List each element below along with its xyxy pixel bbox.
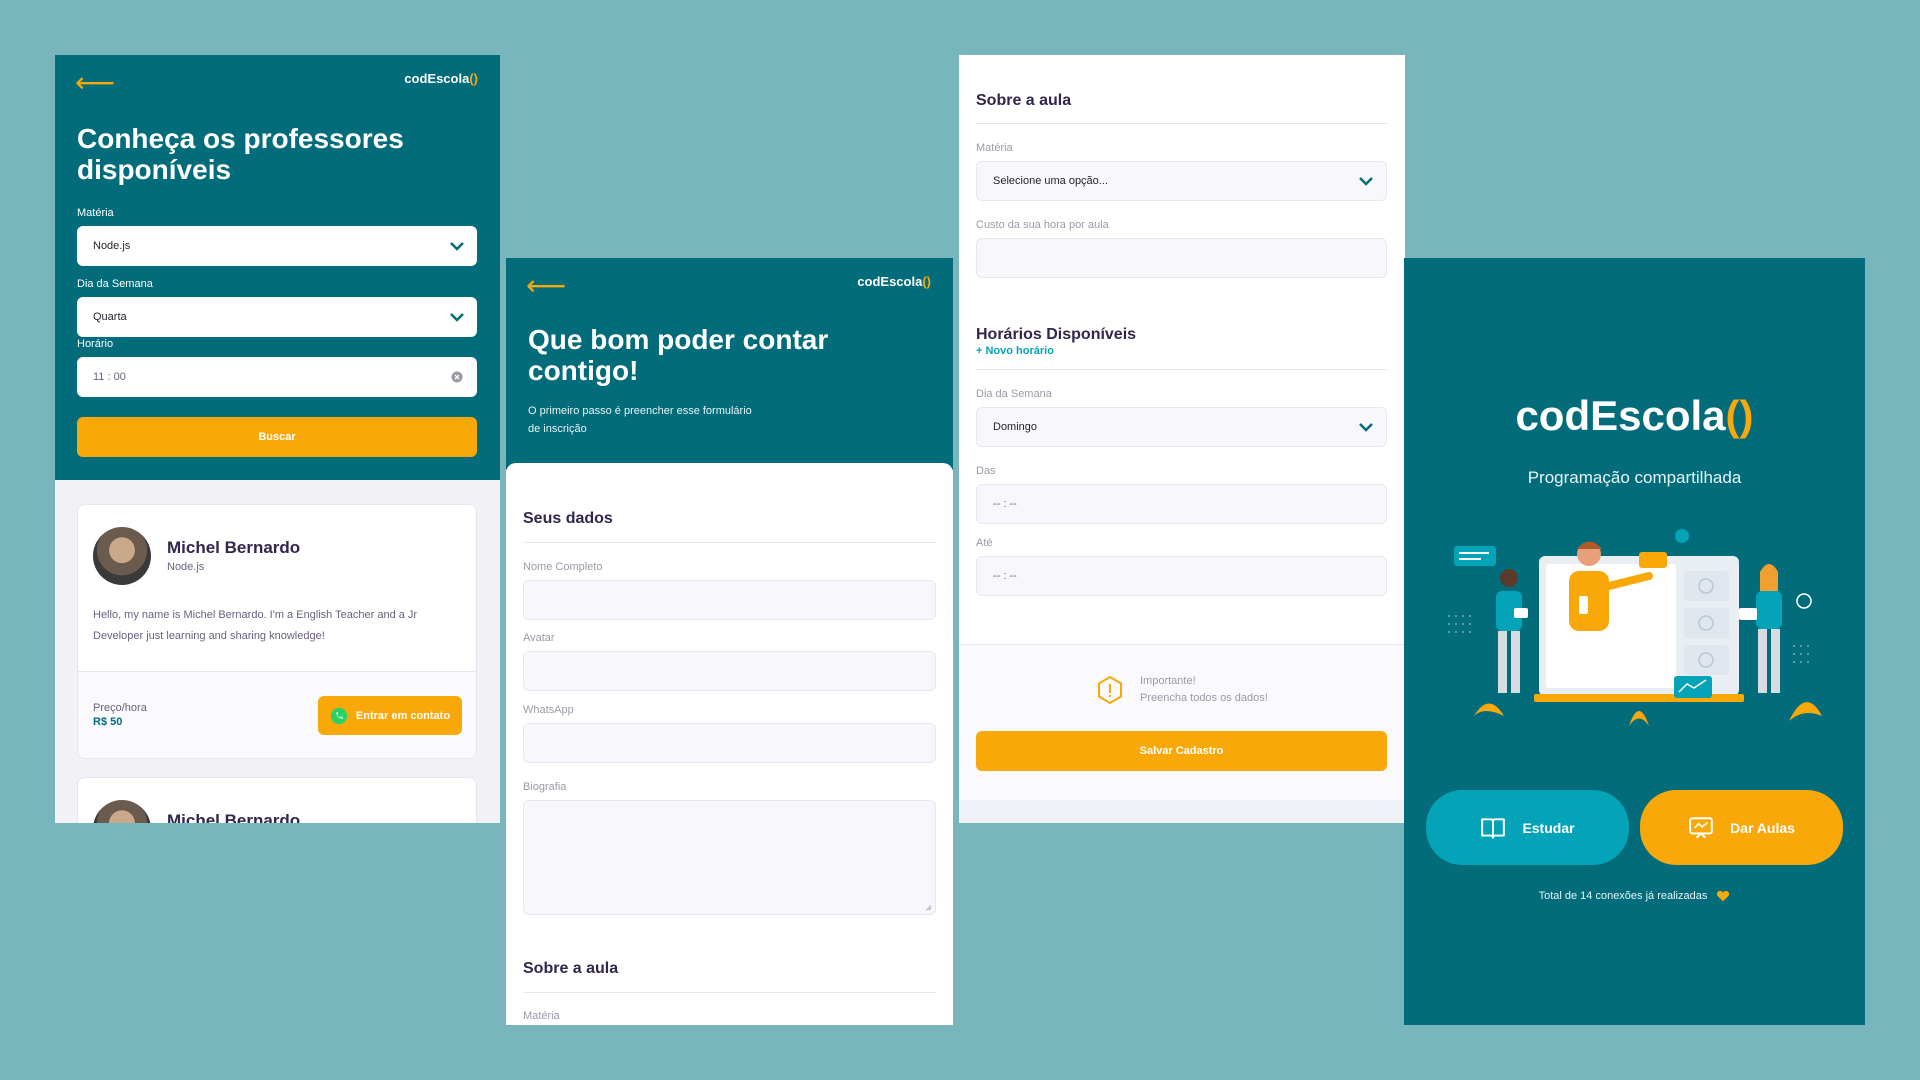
avatar bbox=[93, 800, 151, 823]
contact-label: Entrar em contato bbox=[355, 709, 451, 722]
to-label: Até bbox=[976, 537, 993, 549]
divider bbox=[523, 992, 936, 993]
subject-label: Matéria bbox=[77, 207, 114, 219]
warning-icon bbox=[1098, 675, 1122, 705]
study-header: ⟵ codEscola() Conheça os professores dis… bbox=[55, 55, 500, 480]
name-input[interactable] bbox=[523, 580, 936, 620]
whatsapp-label: WhatsApp bbox=[523, 704, 574, 716]
page-title: Conheça os professores disponíveis bbox=[77, 123, 404, 185]
whatsapp-icon bbox=[330, 707, 348, 724]
subject-select[interactable]: Node.js bbox=[77, 226, 477, 266]
give-classes-form-bottom: Sobre a aula Matéria Selecione uma opção… bbox=[959, 55, 1405, 823]
back-arrow-icon[interactable]: ⟵ bbox=[75, 69, 115, 97]
page-title: Que bom poder contar contigo! bbox=[528, 324, 829, 386]
page-subtitle: O primeiro passo é preencher esse formul… bbox=[528, 405, 752, 435]
cost-label: Custo da sua hora por aula bbox=[976, 219, 1109, 231]
give-header: ⟵ codEscola() Que bom poder contar conti… bbox=[506, 258, 953, 470]
chevron-down-icon bbox=[450, 242, 464, 251]
bio-label: Biografia bbox=[523, 781, 567, 793]
chevron-down-icon bbox=[450, 313, 464, 322]
study-screen: ⟵ codEscola() Conheça os professores dis… bbox=[55, 55, 500, 823]
form-footer: Importante! Preencha todos os dados! Sal… bbox=[959, 644, 1405, 823]
subject-label: Matéria bbox=[523, 1010, 560, 1022]
teacher-subject: Node.js bbox=[167, 561, 205, 573]
teaching-illustration bbox=[1448, 529, 1822, 726]
brand-logo: codEscola() bbox=[404, 71, 478, 86]
from-value: -- : -- bbox=[993, 498, 1017, 510]
weekday-label: Dia da Semana bbox=[77, 278, 153, 290]
weekday-value: Quarta bbox=[93, 311, 127, 323]
landing-logo: codEscola() bbox=[1515, 392, 1754, 439]
name-label: Nome Completo bbox=[523, 561, 603, 573]
weekday-value: Domingo bbox=[993, 421, 1038, 433]
from-label: Das bbox=[976, 465, 996, 477]
teacher-bio: Hello, my name is Michel Bernardo. I'm a… bbox=[93, 609, 418, 642]
teacher-card-2: Michel Bernardo bbox=[77, 777, 477, 823]
give-classes-screen: ⟵ codEscola() Que bom poder contar conti… bbox=[506, 258, 953, 1025]
divider bbox=[976, 123, 1387, 124]
heart-icon bbox=[1717, 890, 1730, 902]
avatar bbox=[93, 527, 151, 585]
teacher-card: Michel Bernardo Node.js Hello, my name i… bbox=[77, 504, 477, 759]
new-schedule-link[interactable]: + Novo horário bbox=[976, 345, 1054, 357]
page-bottom bbox=[959, 800, 1405, 823]
teacher-name: Michel Bernardo bbox=[167, 811, 301, 823]
time-input[interactable]: 11 : 00 bbox=[77, 357, 477, 397]
from-input[interactable]: -- : -- bbox=[976, 484, 1387, 524]
chevron-down-icon bbox=[1359, 423, 1373, 432]
search-button[interactable]: Buscar bbox=[77, 417, 477, 457]
give-classes-label: Dar Aulas bbox=[1730, 819, 1795, 836]
teacher-name: Michel Bernardo bbox=[167, 538, 301, 557]
study-button[interactable]: Estudar bbox=[1426, 790, 1629, 865]
give-classes-button[interactable]: Dar Aulas bbox=[1640, 790, 1843, 865]
cost-input[interactable] bbox=[976, 238, 1387, 278]
price-label: Preço/hora bbox=[93, 702, 147, 714]
book-icon bbox=[1481, 817, 1506, 839]
subject-placeholder: Selecione uma opção... bbox=[993, 175, 1108, 187]
weekday-label: Dia da Semana bbox=[976, 388, 1052, 400]
data-section-title: Seus dados bbox=[523, 510, 613, 527]
schedule-section-title: Horários Disponíveis bbox=[976, 326, 1137, 343]
landing-screen: codEscola() Programação compartilhada Es… bbox=[1404, 258, 1865, 1025]
card-footer: Preço/hora R$ 50 Entrar em contato bbox=[78, 671, 476, 758]
save-button[interactable]: Salvar Cadastro bbox=[976, 731, 1387, 771]
class-section-title: Sobre a aula bbox=[976, 92, 1072, 109]
connections-text: Total de 14 conexões já realizadas bbox=[1404, 890, 1865, 902]
landing-subtitle: Programação compartilhada bbox=[1527, 468, 1742, 487]
time-label: Horário bbox=[77, 338, 114, 350]
to-value: -- : -- bbox=[993, 570, 1017, 582]
class-section-title: Sobre a aula bbox=[523, 960, 619, 977]
brand-logo: codEscola() bbox=[857, 274, 931, 289]
chevron-down-icon bbox=[1359, 177, 1373, 186]
to-input[interactable]: -- : -- bbox=[976, 556, 1387, 596]
back-arrow-icon[interactable]: ⟵ bbox=[526, 272, 566, 300]
subject-value: Node.js bbox=[93, 240, 131, 252]
subject-label: Matéria bbox=[976, 142, 1013, 154]
avatar-input[interactable] bbox=[523, 651, 936, 691]
divider bbox=[523, 542, 936, 543]
whatsapp-input[interactable] bbox=[523, 723, 936, 763]
resize-handle-icon[interactable] bbox=[924, 903, 932, 911]
weekday-select[interactable]: Quarta bbox=[77, 297, 477, 337]
weekday-select[interactable]: Domingo bbox=[976, 407, 1387, 447]
avatar-label: Avatar bbox=[523, 632, 555, 644]
bio-textarea[interactable] bbox=[523, 800, 936, 915]
study-label: Estudar bbox=[1522, 819, 1575, 836]
clear-icon[interactable] bbox=[451, 371, 463, 383]
contact-button[interactable]: Entrar em contato bbox=[318, 696, 462, 735]
warning-text: Preencha todos os dados! bbox=[1140, 692, 1268, 704]
warning-title: Importante! bbox=[1140, 675, 1196, 687]
presentation-icon bbox=[1689, 816, 1713, 838]
time-value: 11 : 00 bbox=[93, 371, 126, 383]
subject-select[interactable]: Selecione uma opção... bbox=[976, 161, 1387, 201]
form-top bbox=[506, 463, 953, 477]
price-value: R$ 50 bbox=[93, 716, 123, 728]
divider bbox=[976, 369, 1387, 370]
